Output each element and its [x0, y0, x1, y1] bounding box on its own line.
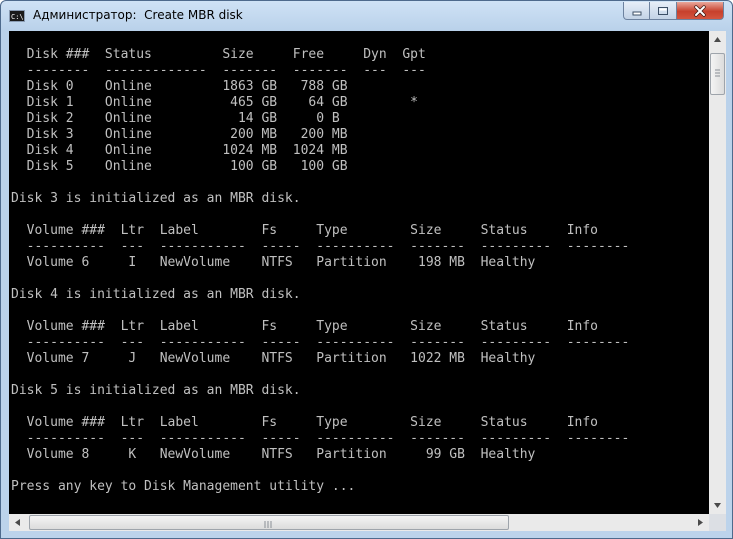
console-line: Disk 5 Online 100 GB 100 GB	[11, 159, 348, 174]
console-line: Disk 3 Online 200 MB 200 MB	[11, 127, 348, 142]
console-output[interactable]: Disk ### Status Size Free Dyn Gpt ------…	[9, 31, 709, 514]
grip-icon	[264, 521, 272, 528]
close-icon	[694, 4, 706, 17]
maximize-button[interactable]	[650, 2, 677, 20]
scroll-up-button[interactable]	[709, 31, 726, 48]
console-line: Disk 4 Online 1024 MB 1024 MB	[11, 143, 348, 158]
arrow-right-icon	[698, 519, 703, 526]
console-line: Volume 7 J NewVolume NTFS Partition 1022…	[11, 351, 536, 366]
maximize-icon	[658, 6, 668, 15]
scroll-down-button[interactable]	[709, 497, 726, 514]
console-line: ---------- --- ----------- ----- -------…	[11, 431, 630, 446]
close-button[interactable]	[677, 2, 724, 20]
console-window: C:\ Администратор: Create MBR disk Disk …	[0, 0, 733, 539]
console-line: Volume ### Ltr Label Fs Type Size Status…	[11, 415, 598, 430]
resize-grip[interactable]	[709, 514, 726, 531]
console-line: Disk 3 is initialized as an MBR disk.	[11, 191, 301, 206]
title-bar[interactable]: C:\ Администратор: Create MBR disk	[1, 1, 732, 31]
minimize-icon	[632, 11, 641, 15]
horizontal-scroll-thumb[interactable]	[29, 515, 509, 530]
console-line: Disk 1 Online 465 GB 64 GB *	[11, 95, 418, 110]
console-line: Volume 6 I NewVolume NTFS Partition 198 …	[11, 255, 536, 270]
horizontal-scrollbar[interactable]	[9, 514, 709, 531]
arrow-down-icon	[714, 503, 721, 508]
arrow-up-icon	[714, 37, 721, 42]
scroll-left-button[interactable]	[9, 514, 26, 531]
console-line: Volume ### Ltr Label Fs Type Size Status…	[11, 223, 598, 238]
console-icon[interactable]: C:\	[9, 10, 25, 22]
console-line: Disk 5 is initialized as an MBR disk.	[11, 383, 301, 398]
console-line: Disk 2 Online 14 GB 0 B	[11, 111, 340, 126]
grip-icon	[715, 69, 720, 77]
arrow-left-icon	[15, 519, 20, 526]
console-line: ---------- --- ----------- ----- -------…	[11, 239, 630, 254]
console-line: Disk 4 is initialized as an MBR disk.	[11, 287, 301, 302]
console-line: Volume ### Ltr Label Fs Type Size Status…	[11, 319, 598, 334]
console-line: Disk 0 Online 1863 GB 788 GB	[11, 79, 348, 94]
minimize-button[interactable]	[623, 2, 650, 20]
console-line: Volume 8 K NewVolume NTFS Partition 99 G…	[11, 447, 536, 462]
console-line: Disk ### Status Size Free Dyn Gpt	[11, 47, 426, 62]
vertical-scrollbar[interactable]	[709, 31, 726, 514]
console-text: Disk ### Status Size Free Dyn Gpt ------…	[11, 47, 629, 495]
console-line: Press any key to Disk Management utility…	[11, 479, 356, 494]
console-line: -------- ------------- ------- ------- -…	[11, 63, 426, 78]
window-title: Администратор: Create MBR disk	[33, 8, 243, 22]
scroll-right-button[interactable]	[692, 514, 709, 531]
console-line: ---------- --- ----------- ----- -------…	[11, 335, 630, 350]
vertical-scroll-thumb[interactable]	[710, 53, 725, 95]
